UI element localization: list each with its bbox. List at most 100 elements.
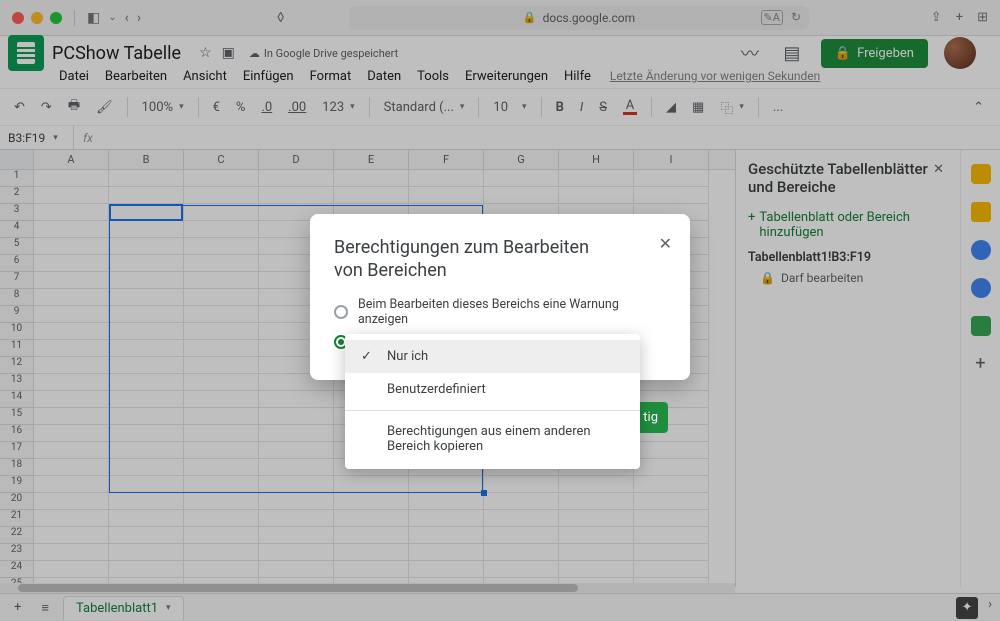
cell[interactable] <box>34 221 109 238</box>
tasks-icon[interactable] <box>971 240 991 260</box>
cell[interactable] <box>184 527 259 544</box>
cell[interactable] <box>34 238 109 255</box>
cell[interactable] <box>334 527 409 544</box>
merge-cells-dropdown[interactable]: ⿻▾ <box>714 94 750 121</box>
cell[interactable] <box>109 255 184 272</box>
cell[interactable] <box>34 408 109 425</box>
activity-icon[interactable]: 〰 <box>737 40 763 66</box>
cell[interactable] <box>109 476 184 493</box>
cell[interactable] <box>259 187 334 204</box>
cell[interactable] <box>334 561 409 578</box>
cell[interactable] <box>109 527 184 544</box>
close-panel-button[interactable]: ✕ <box>929 160 948 196</box>
more-formats-dropdown[interactable]: 123▾ <box>316 96 360 119</box>
cell[interactable] <box>484 170 559 187</box>
undo-button[interactable]: ↶ <box>8 96 31 119</box>
cell[interactable] <box>259 544 334 561</box>
translate-icon[interactable]: ✎A <box>761 10 783 25</box>
cell[interactable] <box>559 476 634 493</box>
row-header[interactable]: 24 <box>0 561 34 578</box>
font-size-dropdown[interactable]: 10▾ <box>487 96 532 119</box>
new-tab-icon[interactable]: + <box>956 10 963 25</box>
cell[interactable] <box>334 170 409 187</box>
cell[interactable] <box>109 391 184 408</box>
cell[interactable] <box>484 527 559 544</box>
forward-button[interactable]: › <box>137 10 141 26</box>
cell[interactable] <box>484 476 559 493</box>
cell[interactable] <box>259 391 334 408</box>
cell[interactable] <box>109 187 184 204</box>
cell[interactable] <box>184 561 259 578</box>
cell[interactable] <box>109 561 184 578</box>
horizontal-scrollbar[interactable] <box>0 583 735 593</box>
menu-format[interactable]: Format <box>303 67 359 86</box>
cell[interactable] <box>184 289 259 306</box>
bold-button[interactable]: B <box>550 96 570 119</box>
cell[interactable] <box>109 493 184 510</box>
radio-show-warning[interactable]: Beim Bearbeiten dieses Bereichs eine War… <box>334 297 666 327</box>
cell[interactable] <box>109 340 184 357</box>
menu-tools[interactable]: Tools <box>410 67 456 86</box>
cell[interactable] <box>409 187 484 204</box>
cell[interactable] <box>559 187 634 204</box>
col-header[interactable]: E <box>334 150 409 169</box>
row-header[interactable]: 19 <box>0 476 34 493</box>
row-header[interactable]: 11 <box>0 340 34 357</box>
collapse-toolbar-button[interactable]: ⌃ <box>973 100 992 115</box>
cell[interactable] <box>259 561 334 578</box>
cell[interactable] <box>559 510 634 527</box>
dropdown-item-only-me[interactable]: Nur ich <box>345 340 640 373</box>
add-addon-icon[interactable]: + <box>971 354 991 374</box>
cell[interactable] <box>559 170 634 187</box>
row-header[interactable]: 8 <box>0 289 34 306</box>
cell[interactable] <box>34 323 109 340</box>
italic-button[interactable]: I <box>574 96 589 119</box>
more-toolbar-button[interactable]: ... <box>767 96 789 119</box>
done-button-partial[interactable]: tig <box>637 402 668 433</box>
row-header[interactable]: 7 <box>0 272 34 289</box>
cell[interactable] <box>634 170 709 187</box>
row-header[interactable]: 4 <box>0 221 34 238</box>
keep-icon[interactable] <box>971 202 991 222</box>
cell[interactable] <box>34 374 109 391</box>
menu-data[interactable]: Daten <box>360 67 408 86</box>
cell[interactable] <box>634 544 709 561</box>
row-header[interactable]: 15 <box>0 408 34 425</box>
row-header[interactable]: 5 <box>0 238 34 255</box>
row-header[interactable]: 21 <box>0 510 34 527</box>
maps-icon[interactable] <box>971 316 991 336</box>
minimize-window-button[interactable] <box>31 12 43 24</box>
row-header[interactable]: 18 <box>0 459 34 476</box>
row-header[interactable]: 6 <box>0 255 34 272</box>
row-header[interactable]: 17 <box>0 442 34 459</box>
cell[interactable] <box>634 561 709 578</box>
menu-help[interactable]: Hilfe <box>557 67 598 86</box>
cell[interactable] <box>409 527 484 544</box>
paint-format-button[interactable]: 🖌 <box>90 96 119 119</box>
row-header[interactable]: 16 <box>0 425 34 442</box>
share-button[interactable]: 🔒 Freigeben <box>821 39 928 68</box>
cell[interactable] <box>184 221 259 238</box>
cell[interactable] <box>484 561 559 578</box>
user-avatar[interactable] <box>944 37 976 69</box>
cell[interactable] <box>34 357 109 374</box>
select-all-corner[interactable] <box>0 150 34 169</box>
cell[interactable] <box>34 561 109 578</box>
row-header[interactable]: 10 <box>0 323 34 340</box>
cell[interactable] <box>109 221 184 238</box>
formula-input[interactable] <box>102 126 1000 149</box>
cell[interactable] <box>259 493 334 510</box>
cell[interactable] <box>259 476 334 493</box>
font-family-dropdown[interactable]: Standard (...▾ <box>378 96 471 119</box>
cell[interactable] <box>109 323 184 340</box>
cell[interactable] <box>109 357 184 374</box>
cell[interactable] <box>184 272 259 289</box>
col-header[interactable]: G <box>484 150 559 169</box>
cell[interactable] <box>109 544 184 561</box>
row-header[interactable]: 20 <box>0 493 34 510</box>
reload-icon[interactable]: ↻ <box>791 10 801 25</box>
cell[interactable] <box>484 544 559 561</box>
dropdown-item-copy-perm[interactable]: Berechtigungen aus einem anderen Bereich… <box>345 415 640 463</box>
calendar-icon[interactable] <box>971 164 991 184</box>
col-header[interactable]: A <box>34 150 109 169</box>
